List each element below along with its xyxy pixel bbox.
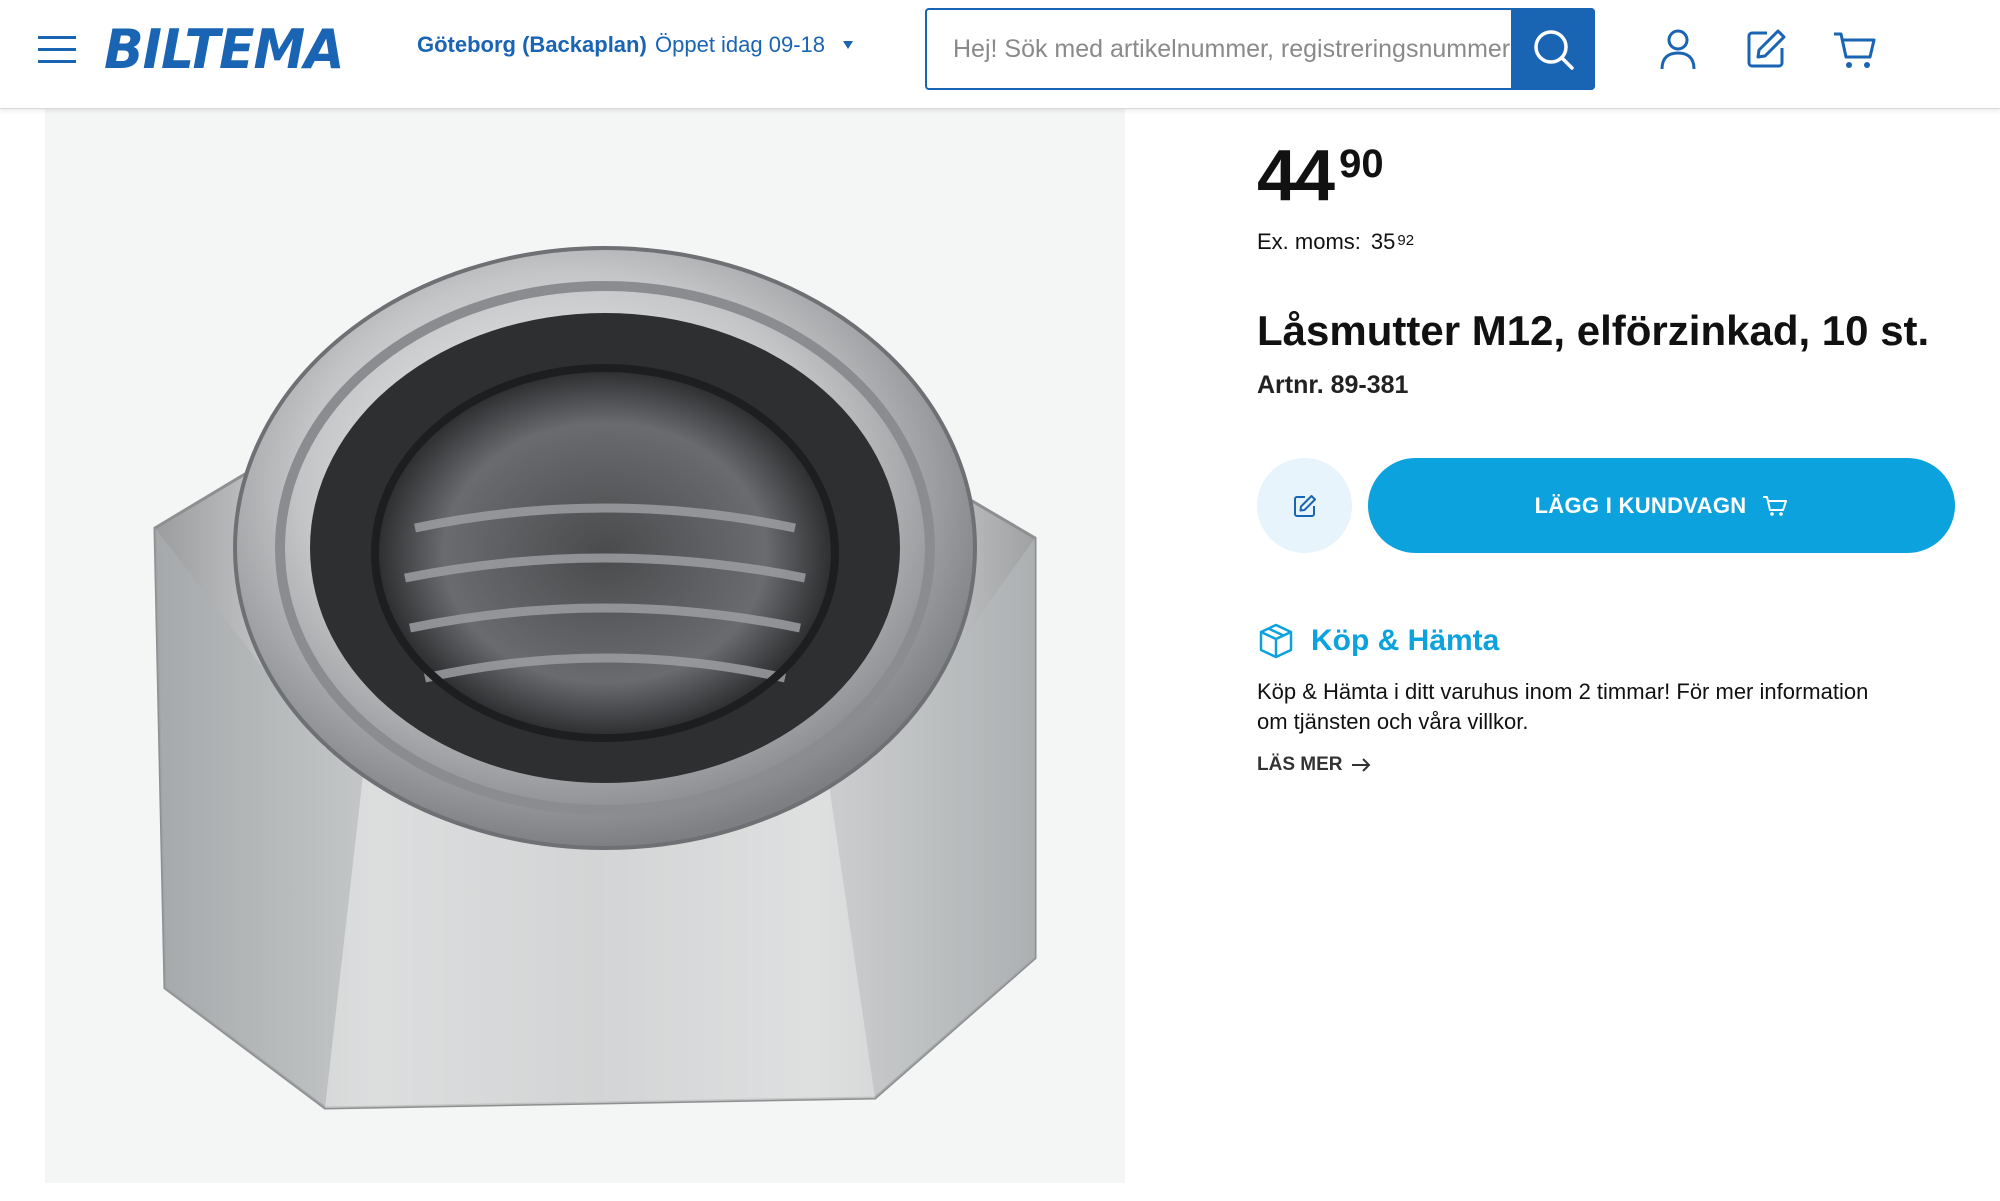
chevron-down-icon[interactable] — [842, 40, 854, 50]
read-more-label: LÄS MER — [1257, 754, 1343, 775]
ex-moms-main: 35 — [1370, 229, 1396, 254]
biltema-logo[interactable]: BILTEMA — [104, 21, 344, 80]
price: 44 90 — [1257, 140, 1384, 212]
cart-icon[interactable] — [1832, 26, 1878, 72]
ex-moms-decimals: 92 — [1397, 232, 1415, 249]
edit-note-icon — [1294, 495, 1316, 517]
click-collect-title: Köp & Hämta — [1311, 624, 1500, 657]
search-input[interactable] — [927, 10, 1512, 88]
product-image[interactable] — [45, 108, 1125, 1183]
price-main: 44 — [1257, 136, 1335, 216]
search-box — [925, 8, 1595, 90]
store-hours-link[interactable]: Öppet idag 09-18 — [655, 30, 825, 60]
store-name-link[interactable]: Göteborg (Backaplan) — [417, 30, 647, 60]
user-icon[interactable] — [1655, 26, 1701, 72]
arrow-right-icon — [1351, 758, 1370, 772]
article-number: Artnr. 89-381 — [1257, 371, 1409, 399]
price-ex-vat: Ex. moms: 35 92 — [1257, 228, 1414, 256]
product-title: Låsmutter M12, elförzinkad, 10 st. — [1257, 307, 1930, 354]
edit-note-icon[interactable] — [1743, 26, 1789, 72]
add-to-cart-label: LÄGG I KUNDVAGN — [1534, 492, 1747, 518]
cart-icon — [1763, 495, 1788, 516]
add-to-note-button[interactable] — [1257, 458, 1352, 553]
click-collect-text: Köp & Hämta i ditt varuhus inom 2 timmar… — [1257, 679, 1869, 734]
package-icon — [1259, 623, 1293, 659]
lock-nut-photo — [153, 246, 1037, 1110]
site-header: BILTEMA Göteborg (Backaplan) Öppet idag … — [0, 0, 2000, 109]
read-more-link[interactable]: LÄS MER — [1257, 752, 1371, 778]
add-to-cart-button[interactable]: LÄGG I KUNDVAGN — [1368, 458, 1955, 553]
menu-icon[interactable] — [36, 32, 78, 66]
ex-moms-label: Ex. moms: — [1257, 229, 1361, 254]
price-decimals: 90 — [1339, 142, 1384, 186]
search-icon — [1534, 30, 1574, 70]
search-button[interactable] — [1511, 8, 1595, 90]
